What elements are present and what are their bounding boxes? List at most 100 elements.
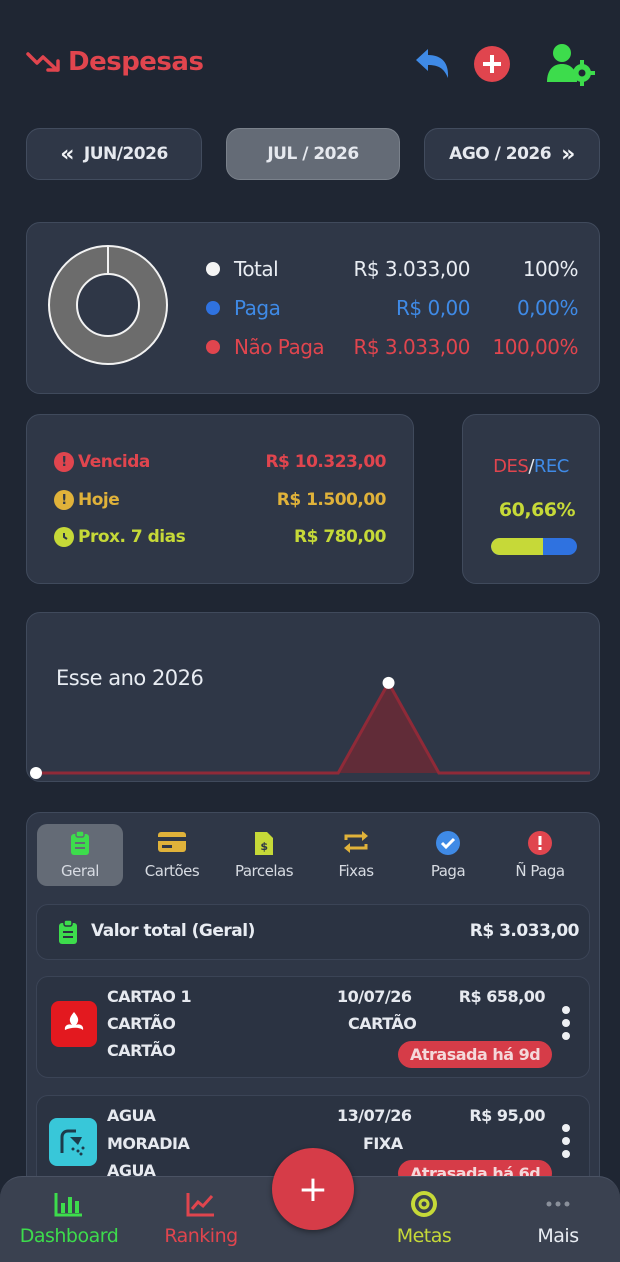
item-subcategory: CARTÃO [107, 1041, 176, 1060]
tab-label: Cartões [144, 862, 200, 880]
item-type: CARTÃO [348, 1014, 417, 1033]
item-name: CARTAO 1 [107, 987, 192, 1006]
more-vertical-icon[interactable] [559, 1124, 573, 1158]
today-label: Hoje [78, 490, 120, 510]
total-label: Total [234, 257, 279, 281]
ratio-bar-fill [491, 538, 544, 555]
tab-repeat[interactable]: Fixas [313, 824, 399, 886]
unpaid-value: R$ 3.033,00 [353, 335, 470, 359]
paid-dot-icon [206, 301, 220, 315]
nav-metas-label: Metas [396, 1225, 452, 1247]
next7-label: Prox. 7 dias [78, 527, 186, 547]
item-date: 10/07/26 [337, 987, 412, 1006]
user-settings-icon [547, 44, 595, 86]
more-vertical-icon[interactable] [559, 1006, 573, 1040]
unpaid-dot-icon [206, 340, 220, 354]
bar-chart-icon [54, 1193, 82, 1217]
unpaid-percent: 100,00% [492, 335, 579, 359]
prev-month-label: JUN/2026 [83, 144, 168, 164]
next-month-label: AGO / 2026 [449, 144, 552, 164]
double-chevron-right-icon: » [561, 141, 575, 167]
item-value: R$ 95,00 [469, 1106, 545, 1125]
shower-icon [49, 1118, 97, 1166]
undo-button[interactable] [410, 42, 454, 86]
nav-ranking-label: Ranking [164, 1225, 238, 1247]
overdue-badge: Atrasada há 9d [398, 1041, 553, 1068]
total-row-label: Valor total (Geral) [91, 921, 255, 941]
nav-metas[interactable]: Metas [390, 1191, 458, 1247]
clipboard-icon [59, 919, 77, 944]
today-value: R$ 1.500,00 [276, 490, 387, 510]
expense-item[interactable]: CARTAO 1 CARTÃO CARTÃO 10/07/26 R$ 658,0… [36, 976, 590, 1078]
prev-month-button[interactable]: « JUN/2026 [26, 128, 202, 180]
today-row[interactable]: ! Hoje R$ 1.500,00 [54, 485, 387, 515]
nav-more-label: Mais [537, 1225, 579, 1247]
tab-label: Ñ Paga [515, 862, 565, 880]
target-icon [411, 1191, 437, 1217]
add-expense-button[interactable] [470, 42, 514, 86]
trending-down-icon [26, 52, 60, 72]
tab-installments[interactable]: $ Parcelas [221, 824, 307, 886]
next-month-button[interactable]: AGO / 2026 » [424, 128, 600, 180]
chart-point [30, 767, 42, 779]
paid-value: R$ 0,00 [395, 296, 471, 320]
bank-santander-icon [51, 1001, 97, 1047]
add-fab-button[interactable]: + [272, 1148, 354, 1230]
rec-label: REC [533, 456, 569, 477]
year-chart [30, 676, 590, 779]
total-dot-icon [206, 262, 220, 276]
repeat-icon [342, 830, 370, 858]
alert-icon [527, 830, 553, 860]
total-row-value: R$ 3.033,00 [469, 921, 580, 941]
ratio-bar [491, 538, 577, 555]
overdue-value: R$ 10.323,00 [265, 452, 386, 472]
donut-chart [48, 245, 168, 365]
item-value: R$ 658,00 [458, 987, 546, 1006]
overdue-row[interactable]: ! Vencida R$ 10.323,00 [54, 447, 386, 477]
chart-point [382, 676, 395, 689]
total-percent: 100% [522, 257, 579, 281]
next7-row[interactable]: Prox. 7 dias R$ 780,00 [54, 522, 386, 552]
item-category: CARTÃO [107, 1014, 176, 1033]
item-name: AGUA [107, 1106, 156, 1125]
nav-ranking[interactable]: Ranking [158, 1191, 244, 1247]
ratio-title: DES/REC [462, 456, 600, 477]
tab-label: Paga [430, 862, 466, 880]
user-settings-button[interactable] [544, 42, 596, 86]
chart-line [36, 679, 590, 775]
warning-icon: ! [54, 490, 74, 510]
tab-clipboard[interactable]: Geral [37, 824, 123, 886]
item-type: FIXA [363, 1134, 403, 1153]
paid-label: Paga [234, 296, 281, 320]
alert-icon: ! [54, 452, 74, 472]
total-value: R$ 3.033,00 [353, 257, 470, 281]
current-month-label: JUL / 2026 [267, 144, 359, 164]
tab-credit-card[interactable]: Cartões [129, 824, 215, 886]
installments-icon: $ [253, 830, 275, 860]
page-title: Despesas [26, 42, 204, 82]
undo-icon [416, 49, 449, 78]
summary-paid-row: Paga R$ 0,00 0,00% [206, 291, 579, 325]
current-month-button[interactable]: JUL / 2026 [226, 128, 400, 180]
tab-alert[interactable]: Ñ Paga [497, 824, 583, 886]
nav-dashboard[interactable]: Dashboard [20, 1191, 119, 1247]
unpaid-label: Não Paga [234, 335, 325, 359]
des-label: DES [493, 456, 529, 477]
chart-area [36, 682, 590, 773]
tab-check-badge[interactable]: Paga [405, 824, 491, 886]
more-horizontal-icon [546, 1201, 570, 1207]
tab-label: Parcelas [234, 862, 294, 880]
page-title-text: Despesas [68, 47, 204, 77]
total-row: Valor total (Geral) R$ 3.033,00 [36, 904, 590, 960]
nav-more[interactable]: Mais [530, 1191, 586, 1247]
ratio-value: 60,66% [498, 499, 576, 521]
credit-card-icon [157, 830, 187, 858]
overdue-label: Vencida [78, 452, 150, 472]
item-date: 13/07/26 [337, 1106, 412, 1125]
line-chart-icon [186, 1193, 214, 1217]
tab-label: Fixas [338, 862, 374, 880]
summary-total-row: Total R$ 3.033,00 100% [206, 252, 579, 286]
double-chevron-left-icon: « [60, 141, 74, 167]
item-category: MORADIA [107, 1134, 190, 1153]
add-circle-icon [474, 46, 510, 82]
